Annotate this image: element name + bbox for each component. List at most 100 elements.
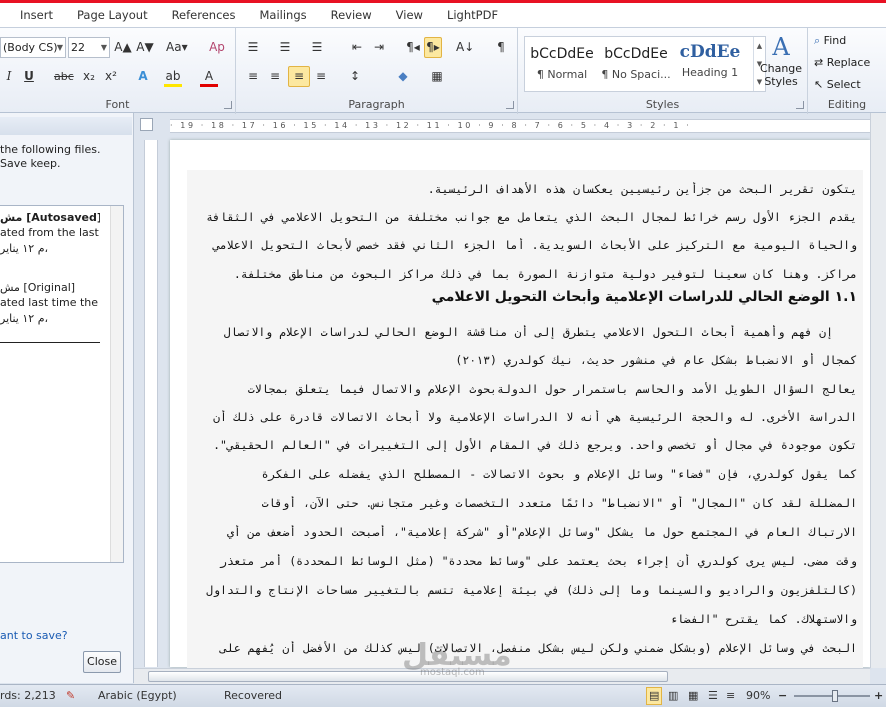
grow-font-icon[interactable]: A▲: [114, 37, 132, 58]
reading-layout-icon[interactable]: ▥: [668, 685, 678, 707]
sort-icon[interactable]: A↓: [456, 37, 474, 58]
draft-icon[interactable]: ≡: [726, 685, 735, 707]
tab-selector[interactable]: [140, 118, 153, 131]
style-normal[interactable]: bCcDdEe ¶ Normal: [525, 37, 599, 91]
font-size-value: 22: [71, 41, 85, 54]
find-label: Find: [823, 34, 847, 47]
list-divider: [0, 342, 100, 343]
shrink-font-icon[interactable]: A▼: [136, 37, 154, 58]
want-save-link[interactable]: ant to save?: [0, 629, 68, 642]
file-title[interactable]: مش [Original]: [0, 280, 100, 295]
style-label: ¶ Normal: [536, 68, 588, 81]
align-right-icon[interactable]: ≡: [288, 66, 310, 87]
tab-references[interactable]: References: [160, 3, 248, 27]
decrease-indent-icon[interactable]: ⇤: [348, 37, 366, 58]
vertical-scrollbar[interactable]: [870, 113, 886, 668]
style-sample: cDdEe: [679, 42, 741, 62]
ribbon: (Body CS) ▼ 22 ▼ A▲ A▼ Aa▾ Ap I U abc x₂ x…: [0, 27, 886, 114]
clear-format-icon[interactable]: Ap: [208, 37, 226, 58]
file-time: م ١٢ يناير،: [0, 312, 49, 325]
zoom-out-icon[interactable]: −: [778, 685, 787, 707]
borders-icon[interactable]: ▦: [428, 66, 446, 87]
tab-page-layout[interactable]: Page Layout: [65, 3, 160, 27]
underline-button[interactable]: U: [20, 66, 38, 87]
doc-line: تكون موجودة في مجال أو تخصص واحد. ويرجع …: [213, 438, 857, 452]
style-sample: bCcDdEe: [604, 46, 668, 62]
align-left-icon[interactable]: ≡: [244, 66, 262, 87]
line-spacing-icon[interactable]: ↕: [346, 66, 364, 87]
change-case-icon[interactable]: Aa▾: [166, 37, 188, 58]
shading-icon[interactable]: ◆: [394, 66, 412, 87]
style-heading-1[interactable]: cDdEe Heading 1: [673, 37, 747, 91]
word-count[interactable]: rds: 2,213: [0, 685, 56, 707]
doc-heading: ١.١ الوضع الحالي للدراسات الإعلامية وأبح…: [431, 289, 857, 305]
tab-insert[interactable]: Insert: [0, 3, 65, 27]
tab-lightpdf[interactable]: LightPDF: [435, 3, 510, 27]
pane-header: [0, 117, 132, 135]
file-description: ated last time the ...: [0, 296, 100, 309]
language-indicator[interactable]: Arabic (Egypt): [98, 685, 177, 707]
proofing-icon[interactable]: ✎: [66, 685, 75, 707]
recovery-message: the following files. Save keep.: [0, 143, 101, 170]
change-styles-button[interactable]: A Change Styles: [757, 32, 805, 96]
increase-indent-icon[interactable]: ⇥: [370, 37, 388, 58]
file-description: ated from the last ...: [0, 226, 100, 239]
numbering-icon[interactable]: ☰: [276, 37, 294, 58]
doc-line: المضللة لقد كان "المجال" أو "الانضباط" د…: [261, 496, 857, 510]
doc-line: يعالج السؤال الطويل الأمد والحاسم باستمر…: [247, 382, 857, 396]
zoom-slider-thumb[interactable]: [832, 690, 838, 702]
italic-button[interactable]: I: [0, 66, 18, 87]
ltr-direction-icon[interactable]: ¶◂: [404, 37, 422, 58]
zoom-level[interactable]: 90%: [746, 685, 770, 707]
ribbon-tabs: Insert Page Layout References Mailings R…: [0, 3, 886, 27]
styles-group-label: Styles: [645, 98, 680, 111]
style-sample: bCcDdEe: [530, 46, 594, 62]
select-button[interactable]: ↖ Select: [814, 78, 861, 96]
change-styles-label: Change Styles: [759, 62, 803, 88]
superscript-button[interactable]: x²: [102, 66, 120, 87]
text-effects-icon[interactable]: A: [134, 66, 152, 87]
dialog-launcher-icon[interactable]: [796, 101, 804, 109]
file-title[interactable]: مش [Autosaved]: [0, 210, 100, 225]
style-no-spacing[interactable]: bCcDdEe ¶ No Spaci...: [599, 37, 673, 91]
bullets-icon[interactable]: ☰: [244, 37, 262, 58]
font-size-box[interactable]: 22 ▼: [68, 37, 110, 58]
doc-line: الدراسة الأخرى. له والحجة الرئيسية هي أن…: [213, 410, 857, 424]
rtl-direction-icon[interactable]: ¶▸: [424, 37, 442, 58]
web-layout-icon[interactable]: ▦: [688, 685, 698, 707]
ruler-ticks: · 19 · 18 · 17 · 16 · 15 · 14 · 13 · 12 …: [170, 121, 692, 130]
vertical-ruler[interactable]: [144, 140, 158, 667]
dialog-launcher-icon[interactable]: [506, 101, 514, 109]
show-marks-icon[interactable]: ¶: [492, 37, 510, 58]
editing-group: ⌕ Find ⇄ Replace ↖ Select Editing: [808, 28, 886, 114]
highlight-icon[interactable]: ab: [164, 66, 182, 87]
list-scrollbar[interactable]: [110, 206, 123, 562]
font-color-icon[interactable]: A: [200, 66, 218, 87]
outline-icon[interactable]: ☰: [708, 685, 718, 707]
tab-mailings[interactable]: Mailings: [247, 3, 318, 27]
replace-label: Replace: [826, 56, 871, 69]
font-name-box[interactable]: (Body CS) ▼: [0, 37, 66, 58]
multilevel-list-icon[interactable]: ☰: [308, 37, 326, 58]
style-label: Heading 1: [681, 66, 739, 79]
center-icon[interactable]: ≡: [266, 66, 284, 87]
close-button[interactable]: Close: [83, 651, 121, 673]
justify-icon[interactable]: ≡: [312, 66, 330, 87]
document-body[interactable]: يتكون تقرير البحث من جزأين رئيسيين يعكسا…: [187, 170, 863, 670]
subscript-button[interactable]: x₂: [80, 66, 98, 87]
recovered-files-list: مش [Autosaved] ated from the last ... م …: [0, 205, 124, 563]
strikethrough-button[interactable]: abc: [54, 66, 74, 87]
chevron-down-icon: ▼: [56, 43, 63, 52]
zoom-in-icon[interactable]: +: [874, 685, 883, 707]
mostaql-url: mostaql.com: [420, 667, 485, 678]
tab-review[interactable]: Review: [319, 3, 384, 27]
document-recovery-pane: the following files. Save keep. مش [Auto…: [0, 113, 134, 683]
change-styles-icon: A: [772, 33, 790, 61]
replace-button[interactable]: ⇄ Replace: [814, 56, 870, 74]
dialog-launcher-icon[interactable]: [224, 101, 232, 109]
document-state: Recovered: [224, 689, 283, 702]
horizontal-ruler[interactable]: · 19 · 18 · 17 · 16 · 15 · 14 · 13 · 12 …: [170, 119, 870, 133]
print-layout-icon[interactable]: ▤: [646, 687, 663, 705]
tab-view[interactable]: View: [384, 3, 435, 27]
find-button[interactable]: ⌕ Find: [814, 34, 846, 52]
